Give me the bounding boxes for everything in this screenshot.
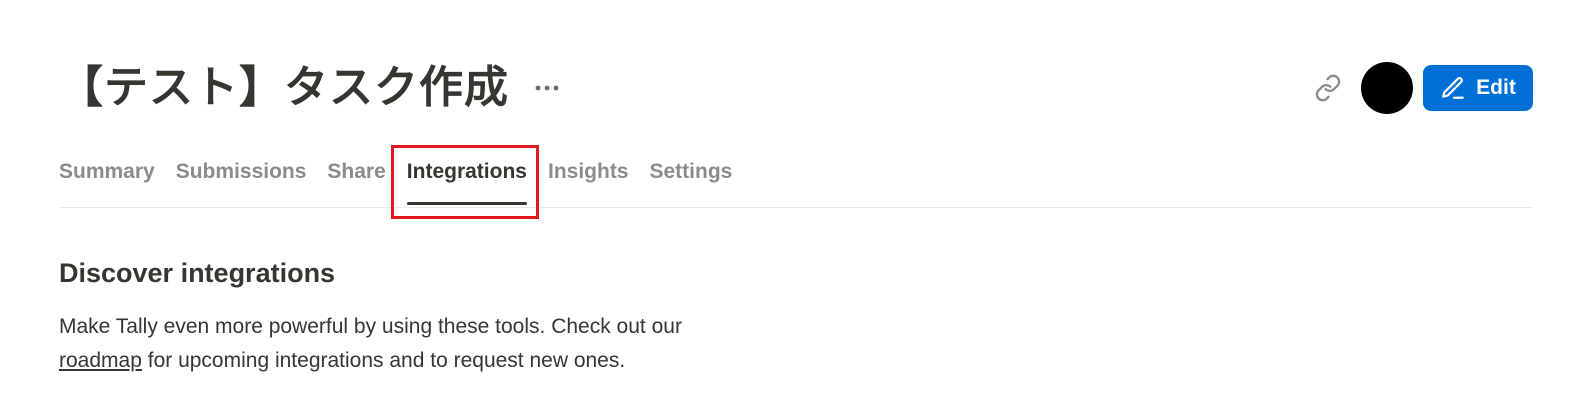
tab-settings[interactable]: Settings <box>650 150 733 207</box>
roadmap-link[interactable]: roadmap <box>59 349 142 372</box>
edit-button-label: Edit <box>1476 76 1516 99</box>
description-text-2: for upcoming integrations and to request… <box>147 349 626 372</box>
tab-integrations-label: Integrations <box>406 160 527 183</box>
active-tab-underline <box>406 202 527 205</box>
tab-submissions[interactable]: Submissions <box>176 150 307 207</box>
description-text-1: Make Tally even more powerful by using t… <box>59 315 682 338</box>
tab-insights[interactable]: Insights <box>548 150 629 207</box>
page-title: 【テスト】タスク作成 <box>59 62 509 113</box>
section-description: Make Tally even more powerful by using t… <box>59 310 819 378</box>
header-actions: Edit <box>1313 62 1533 114</box>
avatar[interactable] <box>1361 62 1413 114</box>
tab-integrations[interactable]: Integrations <box>390 145 539 219</box>
ellipsis-icon[interactable] <box>533 74 561 102</box>
tab-bar: Summary Submissions Share Integrations I… <box>59 145 1533 219</box>
pencil-icon <box>1442 77 1464 99</box>
section-title: Discover integrations <box>59 258 336 288</box>
title-row: 【テスト】タスク作成 <box>59 58 561 118</box>
link-icon[interactable] <box>1313 73 1343 103</box>
tab-summary[interactable]: Summary <box>59 150 155 207</box>
edit-button[interactable]: Edit <box>1423 65 1533 111</box>
tab-share[interactable]: Share <box>327 150 385 207</box>
